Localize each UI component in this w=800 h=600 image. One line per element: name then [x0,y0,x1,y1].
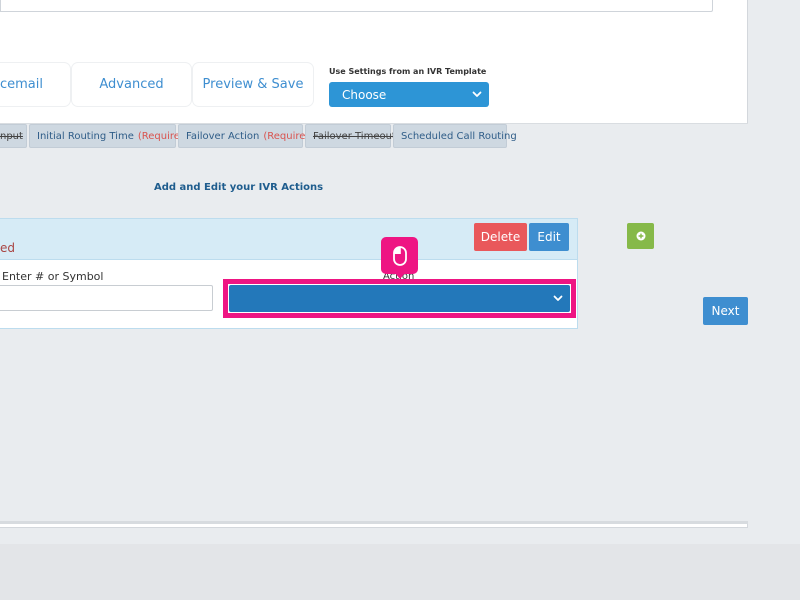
template-label: Use Settings from an IVR Template [329,67,487,76]
action-card-header-text: ed [0,241,15,255]
chevron-down-icon [472,91,482,97]
tab-advanced[interactable]: Advanced [72,63,191,106]
cursor-pointer [395,273,405,279]
subtab-label: Initial Routing Time [37,130,134,142]
top-text-field[interactable] [0,0,713,12]
subtab-input[interactable]: nput [0,124,27,148]
subtab-label: Failover Timeout [313,130,396,142]
mouse-icon [392,245,407,266]
section-title: Add and Edit your IVR Actions [154,182,324,193]
subtab-label: Scheduled Call Routing [401,130,517,142]
delete-button[interactable]: Delete [474,223,527,251]
subtab-initial-routing-time[interactable]: Initial Routing Time (Required) [29,124,190,148]
subtab-failover-action[interactable]: Failover Action (Required) [178,124,316,148]
add-action-button[interactable] [627,223,654,249]
bottom-rule [0,521,748,524]
edit-button[interactable]: Edit [529,223,569,251]
plus-circle-icon [636,231,645,241]
symbol-input[interactable] [0,285,213,311]
tab-label: cemail [0,77,43,92]
symbol-field-label: Enter # or Symbol [2,270,104,283]
template-select[interactable]: Choose [329,82,489,107]
right-gutter [748,0,800,544]
subtab-label: Failover Action [186,130,260,142]
tab-preview-save[interactable]: Preview & Save [193,63,313,106]
tab-label: Advanced [99,77,164,92]
cursor-badge [381,237,418,274]
template-select-value: Choose [342,87,387,102]
tab-voicemail[interactable]: cemail [0,63,70,106]
bottom-bar [0,544,800,600]
next-button[interactable]: Next [703,297,748,325]
subtab-failover-timeout[interactable]: Failover Timeout [305,124,396,148]
subtab-label: nput [0,130,23,142]
highlight-box [223,279,576,318]
tab-label: Preview & Save [202,77,304,92]
subtab-scheduled-call-routing[interactable]: Scheduled Call Routing [393,124,517,148]
